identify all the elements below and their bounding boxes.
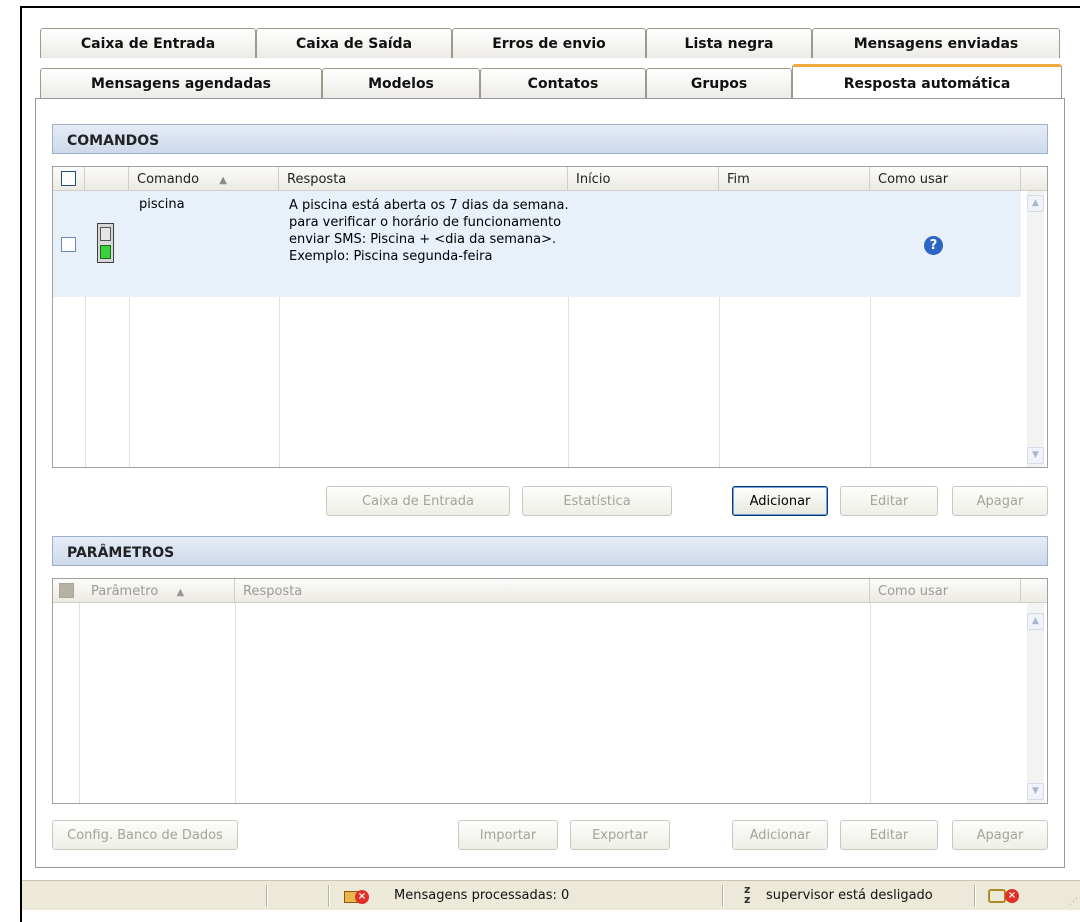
commands-grid[interactable]: Comando ▲ Resposta Início Fim Como usar … (52, 166, 1048, 468)
grid-line (79, 603, 80, 803)
column-header-resposta[interactable]: Resposta (235, 579, 870, 603)
sort-ascending-icon: ▲ (176, 587, 185, 598)
add-command-button[interactable]: Adicionar (732, 486, 828, 516)
column-header-como-usar[interactable]: Como usar (870, 167, 1021, 191)
grid-line (870, 603, 871, 803)
edit-parameter-button[interactable]: Editar (840, 820, 938, 850)
delete-parameter-button[interactable]: Apagar (952, 820, 1048, 850)
column-label: Comando (137, 172, 200, 187)
sort-ascending-icon: ▲ (219, 175, 227, 186)
column-header-fim[interactable]: Fim (719, 167, 870, 191)
sleep-icon: zz (744, 883, 751, 906)
tab-mensagens-agendadas[interactable]: Mensagens agendadas (40, 68, 322, 98)
delete-command-button[interactable]: Apagar (952, 486, 1048, 516)
row-checkbox[interactable] (61, 237, 76, 252)
tab-grupos[interactable]: Grupos (646, 68, 792, 98)
add-parameter-button[interactable]: Adicionar (732, 820, 828, 850)
column-header-resposta[interactable]: Resposta (279, 167, 568, 191)
header-filler (1021, 579, 1047, 603)
resize-grip-icon[interactable]: ⋰ (1069, 898, 1078, 907)
supervisor-status-text: supervisor está desligado (766, 888, 933, 903)
column-header-inicio[interactable]: Início (568, 167, 719, 191)
edit-command-button[interactable]: Editar (840, 486, 938, 516)
tab-mensagens-enviadas[interactable]: Mensagens enviadas (812, 28, 1060, 58)
import-button[interactable]: Importar (458, 820, 558, 850)
grid-line (235, 603, 236, 803)
inbox-button[interactable]: Caixa de Entrada (326, 486, 510, 516)
scroll-down-icon[interactable]: ▼ (1027, 783, 1044, 800)
export-button[interactable]: Exportar (570, 820, 670, 850)
scroll-up-icon[interactable]: ▲ (1027, 195, 1044, 212)
parameters-grid[interactable]: Parâmetro ▲ Resposta Como usar ▲ ▼ (52, 578, 1048, 804)
tab-lista-negra[interactable]: Lista negra (646, 28, 812, 58)
help-question-icon[interactable]: ? (924, 236, 943, 255)
parameters-scrollbar[interactable]: ▲ ▼ (1027, 603, 1044, 803)
tab-resposta-automatica[interactable]: Resposta automática (792, 64, 1062, 100)
commands-group-title: COMANDOS (52, 124, 1048, 154)
status-divider (722, 885, 723, 907)
db-config-button[interactable]: Config. Banco de Dados (52, 820, 238, 850)
select-all-checkbox-disabled[interactable] (59, 583, 74, 598)
stats-button[interactable]: Estatística (522, 486, 672, 516)
tab-caixa-de-saida[interactable]: Caixa de Saída (256, 28, 452, 58)
header-filler (1021, 167, 1047, 191)
column-header-parametro[interactable]: Parâmetro ▲ (79, 579, 235, 603)
message-queue-error-icon: × (344, 887, 370, 905)
scroll-down-icon[interactable]: ▼ (1027, 447, 1044, 464)
tab-caixa-de-entrada[interactable]: Caixa de Entrada (40, 28, 256, 58)
command-cell: piscina (139, 197, 185, 212)
status-bar: × Mensagens processadas: 0 zz supervisor… (22, 880, 1080, 910)
status-traffic-light-icon (97, 223, 114, 263)
commands-scrollbar[interactable]: ▲ ▼ (1027, 191, 1044, 467)
messages-processed-text: Mensagens processadas: 0 (394, 888, 570, 903)
status-divider (328, 885, 329, 907)
column-header-como-usar[interactable]: Como usar (870, 579, 1021, 603)
response-cell: A piscina está aberta os 7 dias da seman… (289, 198, 569, 264)
parameters-group-title: PARÂMETROS (52, 536, 1048, 566)
select-all-checkbox[interactable] (61, 171, 76, 186)
status-divider (266, 885, 267, 907)
tab-contatos[interactable]: Contatos (480, 68, 646, 98)
status-column-header (85, 167, 129, 191)
column-label: Parâmetro (91, 584, 159, 599)
row-checkbox-cell (53, 191, 85, 297)
select-all-header (53, 167, 85, 191)
tab-modelos[interactable]: Modelos (322, 68, 480, 98)
table-row[interactable]: piscina A piscina está aberta os 7 dias … (85, 191, 1021, 297)
scroll-up-icon[interactable]: ▲ (1027, 613, 1044, 630)
status-divider (974, 885, 975, 907)
connection-error-icon: × (988, 887, 1020, 905)
tab-erros-de-envio[interactable]: Erros de envio (452, 28, 646, 58)
column-header-comando[interactable]: Comando ▲ (129, 167, 279, 191)
